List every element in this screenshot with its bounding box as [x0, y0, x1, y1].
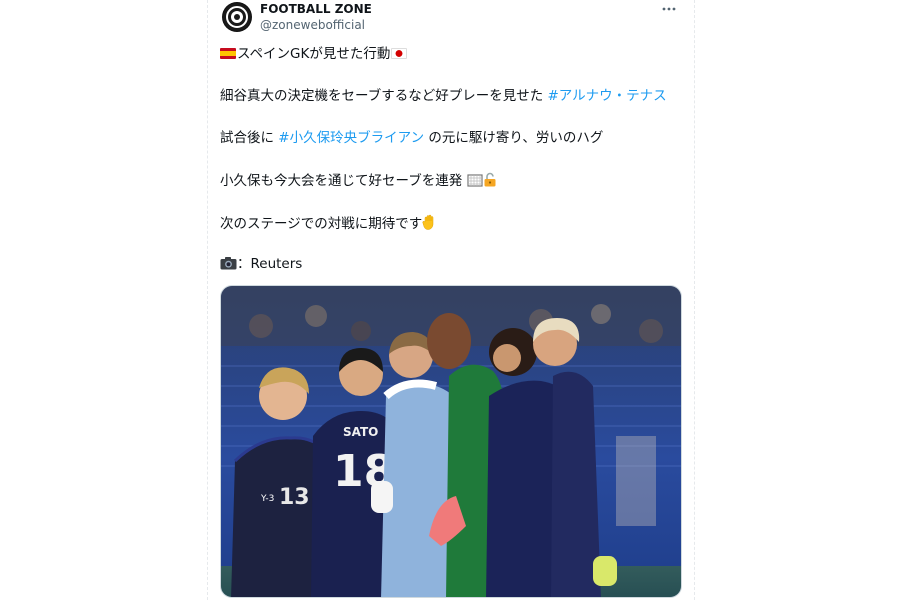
- tweet-line-3: 試合後に #小久保玲央ブライアン の元に駆け寄り、労いのハグ: [220, 130, 603, 147]
- spain-flag-icon: [220, 48, 236, 59]
- raised-hand-icon: [422, 214, 437, 235]
- tweet-line-2: 細谷真大の決定機をセーブするなど好プレーを見せた #アルナウ・テナス: [220, 88, 667, 105]
- tweet-line-4-text: 小久保も今大会を通じて好セーブを連発: [220, 173, 463, 189]
- jersey-name-sato: SATO: [343, 425, 378, 439]
- account-name[interactable]: FOOTBALL ZONE: [260, 2, 372, 16]
- hashtag-kokubo[interactable]: #小久保玲央ブライアン: [278, 130, 424, 146]
- tweet-line-5: 次のステージでの対戦に期待です: [220, 214, 437, 235]
- goal-net-icon: [466, 173, 483, 192]
- more-dots-icon[interactable]: [658, 0, 680, 18]
- jersey-brand: Y-3: [260, 494, 274, 504]
- avatar[interactable]: [222, 2, 252, 32]
- jersey-number-13: 13: [279, 485, 310, 510]
- tweet-line-6-text: ：Reuters: [237, 256, 303, 272]
- hashtag-arnau-tenas[interactable]: #アルナウ・テナス: [547, 88, 666, 104]
- tweet-line-3-post: の元に駆け寄り、労いのハグ: [424, 130, 604, 146]
- tweet-line-6: ：Reuters: [220, 256, 302, 275]
- tweet-line-2-text: 細谷真大の決定機をセーブするなど好プレーを見せた: [220, 88, 548, 104]
- football-zone-logo: [223, 3, 251, 31]
- unlocked-lock-icon: [483, 172, 497, 192]
- tweet-line-1-text: スペインGKが見せた行動: [237, 46, 391, 62]
- tweet-line-1: スペインGKが見せた行動: [220, 46, 408, 63]
- tweet-line-4: 小久保も今大会を通じて好セーブを連発: [220, 172, 497, 192]
- japan-flag-icon: [391, 48, 408, 59]
- tweet-line-3-pre: 試合後に: [220, 130, 279, 146]
- photo-players-hug: Y-3 13 SATO 18: [221, 286, 681, 597]
- tweet-card: FOOTBALL ZONE @zonewebofficial スペインGKが見せ…: [207, 0, 695, 600]
- tweet-photo[interactable]: Y-3 13 SATO 18: [220, 285, 682, 598]
- camera-icon: [220, 256, 237, 275]
- tweet-header: FOOTBALL ZONE @zonewebofficial: [222, 2, 680, 36]
- tweet-line-5-text: 次のステージでの対戦に期待です: [220, 216, 423, 232]
- account-handle[interactable]: @zonewebofficial: [260, 18, 365, 32]
